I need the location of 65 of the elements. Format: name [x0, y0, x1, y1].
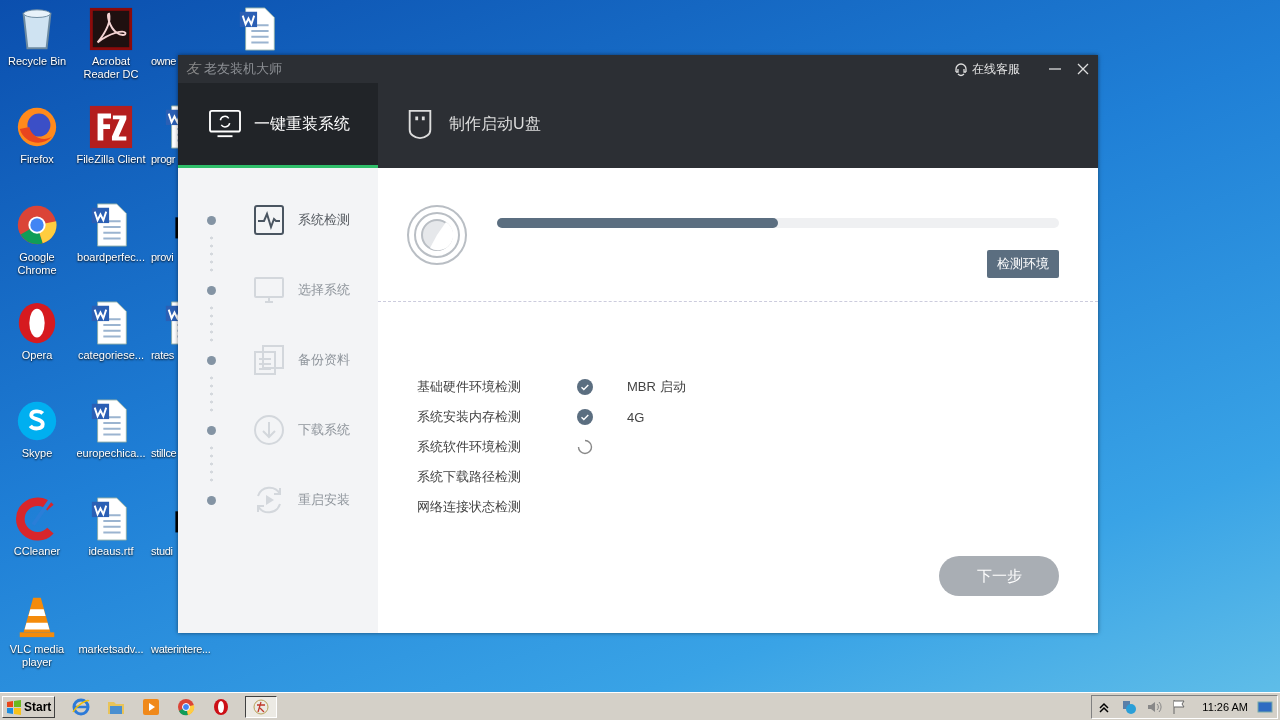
show-desktop-icon[interactable]: [1257, 698, 1273, 715]
filezilla-icon: [88, 104, 134, 150]
icon-label[interactable]: Acrobat Reader DC: [75, 55, 147, 81]
icon-label[interactable]: Skype: [1, 447, 73, 460]
step-dot: [207, 425, 216, 435]
icon-label[interactable]: Recycle Bin: [1, 55, 73, 68]
ie-icon[interactable]: [71, 696, 92, 717]
icon-label[interactable]: rates: [151, 349, 174, 362]
icon-label[interactable]: CCleaner: [1, 545, 73, 558]
icon-label[interactable]: FileZilla Client: [75, 153, 147, 166]
icon-label[interactable]: stillce: [151, 447, 177, 460]
step-label: 下载系统: [298, 421, 350, 439]
icon-label[interactable]: marketsadv...: [75, 643, 147, 656]
check-label: 系统软件环境检测: [417, 438, 522, 456]
download-icon: [253, 414, 285, 446]
support-link[interactable]: 在线客服: [953, 60, 1020, 78]
window-title: 老友装机大师: [204, 60, 282, 78]
headset-icon: [953, 61, 969, 77]
pdf-icon: [88, 6, 134, 52]
icon-label[interactable]: provi: [151, 251, 174, 264]
network-icon[interactable]: [1121, 698, 1138, 715]
icon-label[interactable]: Firefox: [1, 153, 73, 166]
step-dot: [207, 215, 216, 225]
radar-icon: [406, 204, 468, 266]
step-label: 选择系统: [298, 281, 350, 299]
app-logo: 友: [186, 60, 200, 78]
monitor-icon: [253, 274, 285, 306]
windows-flag-icon: [6, 698, 22, 715]
icon-label[interactable]: Google Chrome: [1, 251, 73, 277]
icon-label[interactable]: waterintere...: [151, 643, 211, 656]
check-result: 4G: [627, 409, 645, 425]
flag-icon[interactable]: [1171, 698, 1188, 715]
check-result: MBR 启动: [627, 378, 686, 396]
app-logo-icon: [253, 698, 270, 715]
tab[interactable]: 制作启动U盘: [378, 83, 578, 168]
step-label: 备份资料: [298, 351, 350, 369]
chrome-icon[interactable]: [176, 696, 197, 717]
play-icon[interactable]: [141, 696, 162, 717]
icon-label[interactable]: ideaus.rtf: [75, 545, 147, 558]
start-button[interactable]: Start: [2, 695, 56, 718]
monitor-refresh-icon: [208, 109, 242, 139]
stage-button[interactable]: 检测环境: [987, 250, 1059, 278]
taskbar-app-button[interactable]: [245, 695, 278, 718]
close-icon[interactable]: [1076, 62, 1090, 76]
step-dot: [207, 355, 216, 365]
icon-label[interactable]: Opera: [1, 349, 73, 362]
icon-label[interactable]: studi: [151, 545, 173, 558]
step-label: 系统检测: [298, 211, 350, 229]
icon-label[interactable]: categoriese...: [75, 349, 147, 362]
clock: 11:26 AM: [1202, 700, 1248, 713]
check-label: 基础硬件环境检测: [417, 378, 522, 396]
step-dot: [207, 495, 216, 505]
check-label: 网络连接状态检测: [417, 498, 522, 516]
documents-icon: [253, 344, 285, 376]
icon-label[interactable]: owne: [151, 55, 177, 68]
icon-label[interactable]: VLC media player: [1, 643, 73, 669]
step-dot: [207, 285, 216, 295]
check-label: 系统下载路径检测: [417, 468, 522, 486]
step-label: 重启安装: [298, 491, 350, 509]
tab[interactable]: 一键重装系统: [178, 83, 378, 168]
check-label: 系统安装内存检测: [417, 408, 522, 426]
icon-label[interactable]: europechica...: [75, 447, 147, 460]
icon-label[interactable]: boardperfec...: [75, 251, 147, 264]
pulse-monitor-icon: [253, 204, 285, 236]
icon-label[interactable]: progr: [151, 153, 176, 166]
